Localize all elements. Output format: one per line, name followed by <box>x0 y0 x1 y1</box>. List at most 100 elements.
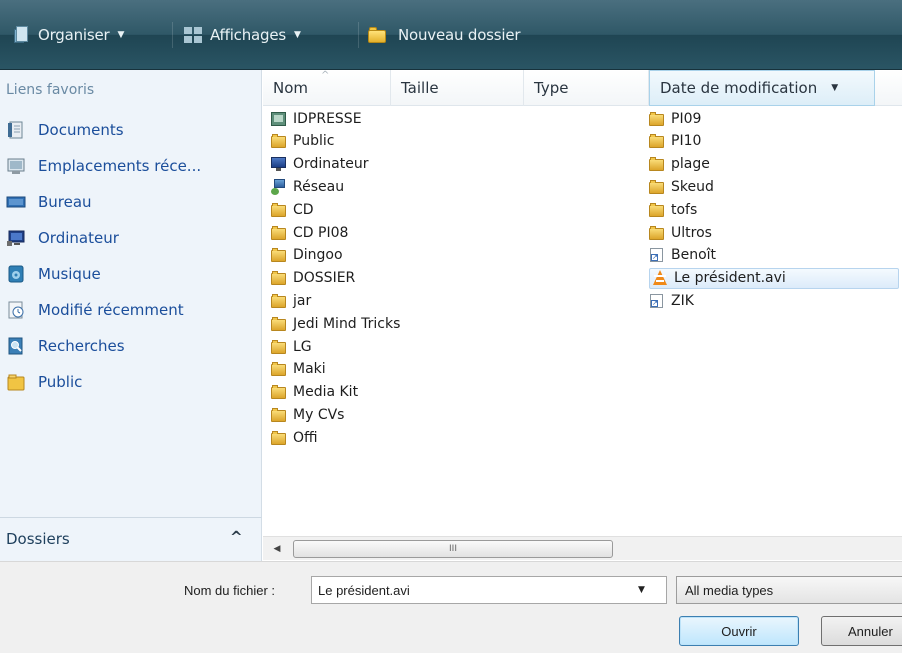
application-icon <box>271 111 287 127</box>
sidebar-item-documents[interactable]: Documents <box>6 118 124 142</box>
folder-icon <box>649 111 665 127</box>
sidebar-item-public[interactable]: Public <box>6 370 82 394</box>
folder-icon <box>271 316 287 332</box>
folder-icon <box>649 225 665 241</box>
recently-changed-icon <box>6 300 26 320</box>
file-name: CD <box>293 201 314 218</box>
file-name: DOSSIER <box>293 270 356 287</box>
shortcut-icon: ↗ <box>649 247 665 263</box>
file-item[interactable]: DOSSIER <box>271 268 355 289</box>
column-header-label: Nom <box>273 79 309 97</box>
filename-input[interactable]: Le président.avi <box>311 576 667 604</box>
views-button[interactable]: Affichages ▼ <box>184 22 301 48</box>
file-name: plage <box>671 156 710 173</box>
file-item[interactable]: ↗ ZIK <box>649 290 694 311</box>
file-item[interactable]: IDPRESSE <box>271 108 362 129</box>
file-name: jar <box>293 292 312 309</box>
folder-icon <box>271 293 287 309</box>
sidebar-item-music[interactable]: Musique <box>6 262 101 286</box>
desktop-icon <box>6 192 26 212</box>
scrollbar-thumb[interactable]: III <box>293 540 613 558</box>
network-icon <box>271 178 287 195</box>
open-button[interactable]: Ouvrir <box>679 616 799 646</box>
recent-places-icon <box>6 156 26 176</box>
sidebar-item-computer[interactable]: Ordinateur <box>6 226 119 250</box>
file-item[interactable]: CD PI08 <box>271 222 348 243</box>
chevron-up-icon[interactable]: ^ <box>230 528 243 546</box>
shortcut-icon: ↗ <box>649 293 665 309</box>
sidebar-item-searches[interactable]: Recherches <box>6 334 125 358</box>
file-item[interactable]: LG <box>271 336 312 357</box>
folders-toggle-bar[interactable]: Dossiers ^ <box>0 517 262 561</box>
sidebar-item-label: Bureau <box>38 193 92 211</box>
file-item[interactable]: Jedi Mind Tricks <box>271 313 400 334</box>
file-name: CD PI08 <box>293 224 349 241</box>
file-item[interactable]: Public <box>271 131 334 152</box>
folder-icon <box>271 225 287 241</box>
organize-dropdown-icon: ▼ <box>117 30 125 40</box>
file-item[interactable]: Skeud <box>649 176 714 197</box>
searches-icon <box>6 336 26 356</box>
file-item[interactable]: tofs <box>649 199 697 220</box>
file-item[interactable]: Maki <box>271 359 326 380</box>
scroll-left-icon[interactable]: ◀ <box>269 541 285 557</box>
filename-dropdown-icon[interactable]: ▼ <box>638 585 645 595</box>
file-name: tofs <box>671 201 698 218</box>
folder-icon <box>271 202 287 218</box>
sidebar-item-label: Musique <box>38 265 101 283</box>
sidebar-item-recent-places[interactable]: Emplacements réce... <box>6 154 201 178</box>
file-type-select[interactable]: All media types <box>676 576 902 604</box>
file-name: Le président.avi <box>674 270 786 287</box>
horizontal-scrollbar[interactable]: ◀ III <box>263 536 902 560</box>
chevron-down-icon[interactable]: ▼ <box>831 83 838 93</box>
cancel-button[interactable]: Annuler <box>821 616 902 646</box>
file-item[interactable]: PI10 <box>649 131 701 152</box>
folder-icon <box>271 384 287 400</box>
column-header-label: Type <box>534 79 569 97</box>
file-item[interactable]: Ultros <box>649 222 712 243</box>
file-name: My CVs <box>293 406 345 423</box>
file-item[interactable]: jar <box>271 290 311 311</box>
sidebar-item-label: Emplacements réce... <box>38 157 202 175</box>
file-item-selected[interactable]: Le président.avi <box>649 267 899 289</box>
organize-button[interactable]: Organiser ▼ <box>14 22 124 48</box>
views-icon <box>184 27 202 43</box>
folder-icon <box>271 270 287 286</box>
folder-icon <box>649 133 665 149</box>
filename-label: Nom du fichier : <box>184 583 276 598</box>
views-dropdown-icon: ▼ <box>293 30 301 40</box>
file-item[interactable]: My CVs <box>271 404 344 425</box>
file-item[interactable]: Media Kit <box>271 382 358 403</box>
file-item[interactable]: plage <box>649 154 710 175</box>
folders-label: Dossiers <box>6 530 70 548</box>
favorite-links-heading: Liens favoris <box>6 82 95 98</box>
folder-icon <box>271 430 287 446</box>
column-header-size[interactable]: Taille <box>391 70 524 106</box>
column-header-name[interactable]: Nom <box>263 70 391 106</box>
file-item[interactable]: Réseau <box>271 176 344 197</box>
new-folder-button[interactable]: Nouveau dossier <box>368 22 521 48</box>
file-item[interactable]: Offi <box>271 427 318 448</box>
file-item[interactable]: CD <box>271 199 314 220</box>
organize-icon <box>14 26 30 44</box>
sidebar-item-label: Documents <box>38 121 124 139</box>
column-header-type[interactable]: Type <box>524 70 649 106</box>
file-item[interactable]: ↗ Benoît <box>649 245 716 266</box>
file-name: IDPRESSE <box>293 110 362 127</box>
file-name: ZIK <box>671 292 694 309</box>
file-list: IDPRESSE Public Ordinateur Réseau CD CD PI08 D… <box>263 106 902 527</box>
file-name: Benoît <box>671 247 717 264</box>
column-header-label: Date de modification <box>660 79 818 97</box>
file-item[interactable]: Ordinateur <box>271 154 369 175</box>
sidebar-item-desktop[interactable]: Bureau <box>6 190 92 214</box>
scrollbar-grip: III <box>449 544 457 554</box>
sidebar-item-recently-changed[interactable]: Modifié récemment <box>6 298 184 322</box>
sidebar-item-label: Public <box>38 373 83 391</box>
dialog-footer: Nom du fichier : Le président.avi ▼ All … <box>0 561 902 653</box>
new-folder-icon <box>368 26 388 44</box>
column-header-date-modified[interactable]: Date de modification ▼ <box>649 70 875 106</box>
file-item[interactable]: PI09 <box>649 108 701 129</box>
file-item[interactable]: Dingoo <box>271 245 343 266</box>
sidebar-item-label: Recherches <box>38 337 125 355</box>
folder-icon <box>271 247 287 263</box>
